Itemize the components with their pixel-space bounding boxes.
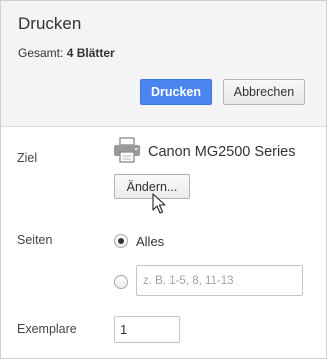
printer-icon: [114, 137, 140, 163]
sheet-total-value: 4 Blätter: [66, 46, 115, 60]
pages-custom-radio[interactable]: [114, 275, 128, 289]
printer-name: Canon MG2500 Series: [148, 144, 296, 160]
sheet-total-label: Gesamt:: [18, 46, 64, 60]
pages-range-input[interactable]: [136, 265, 303, 296]
dialog-title: Drucken: [18, 14, 82, 33]
pages-label: Seiten: [17, 233, 53, 247]
dialog-header: Drucken Gesamt: 4 Blätter Drucken Abbrec…: [1, 1, 326, 127]
cancel-button[interactable]: Abbrechen: [223, 79, 305, 105]
copies-label: Exemplare: [17, 322, 77, 336]
sheet-total: Gesamt: 4 Blätter: [18, 46, 115, 60]
pages-all-label[interactable]: Alles: [136, 234, 164, 249]
destination-label: Ziel: [17, 151, 38, 165]
copies-input[interactable]: [114, 316, 180, 343]
mouse-cursor-icon: [152, 193, 166, 214]
pages-all-radio[interactable]: [114, 234, 128, 248]
print-button[interactable]: Drucken: [140, 79, 212, 105]
